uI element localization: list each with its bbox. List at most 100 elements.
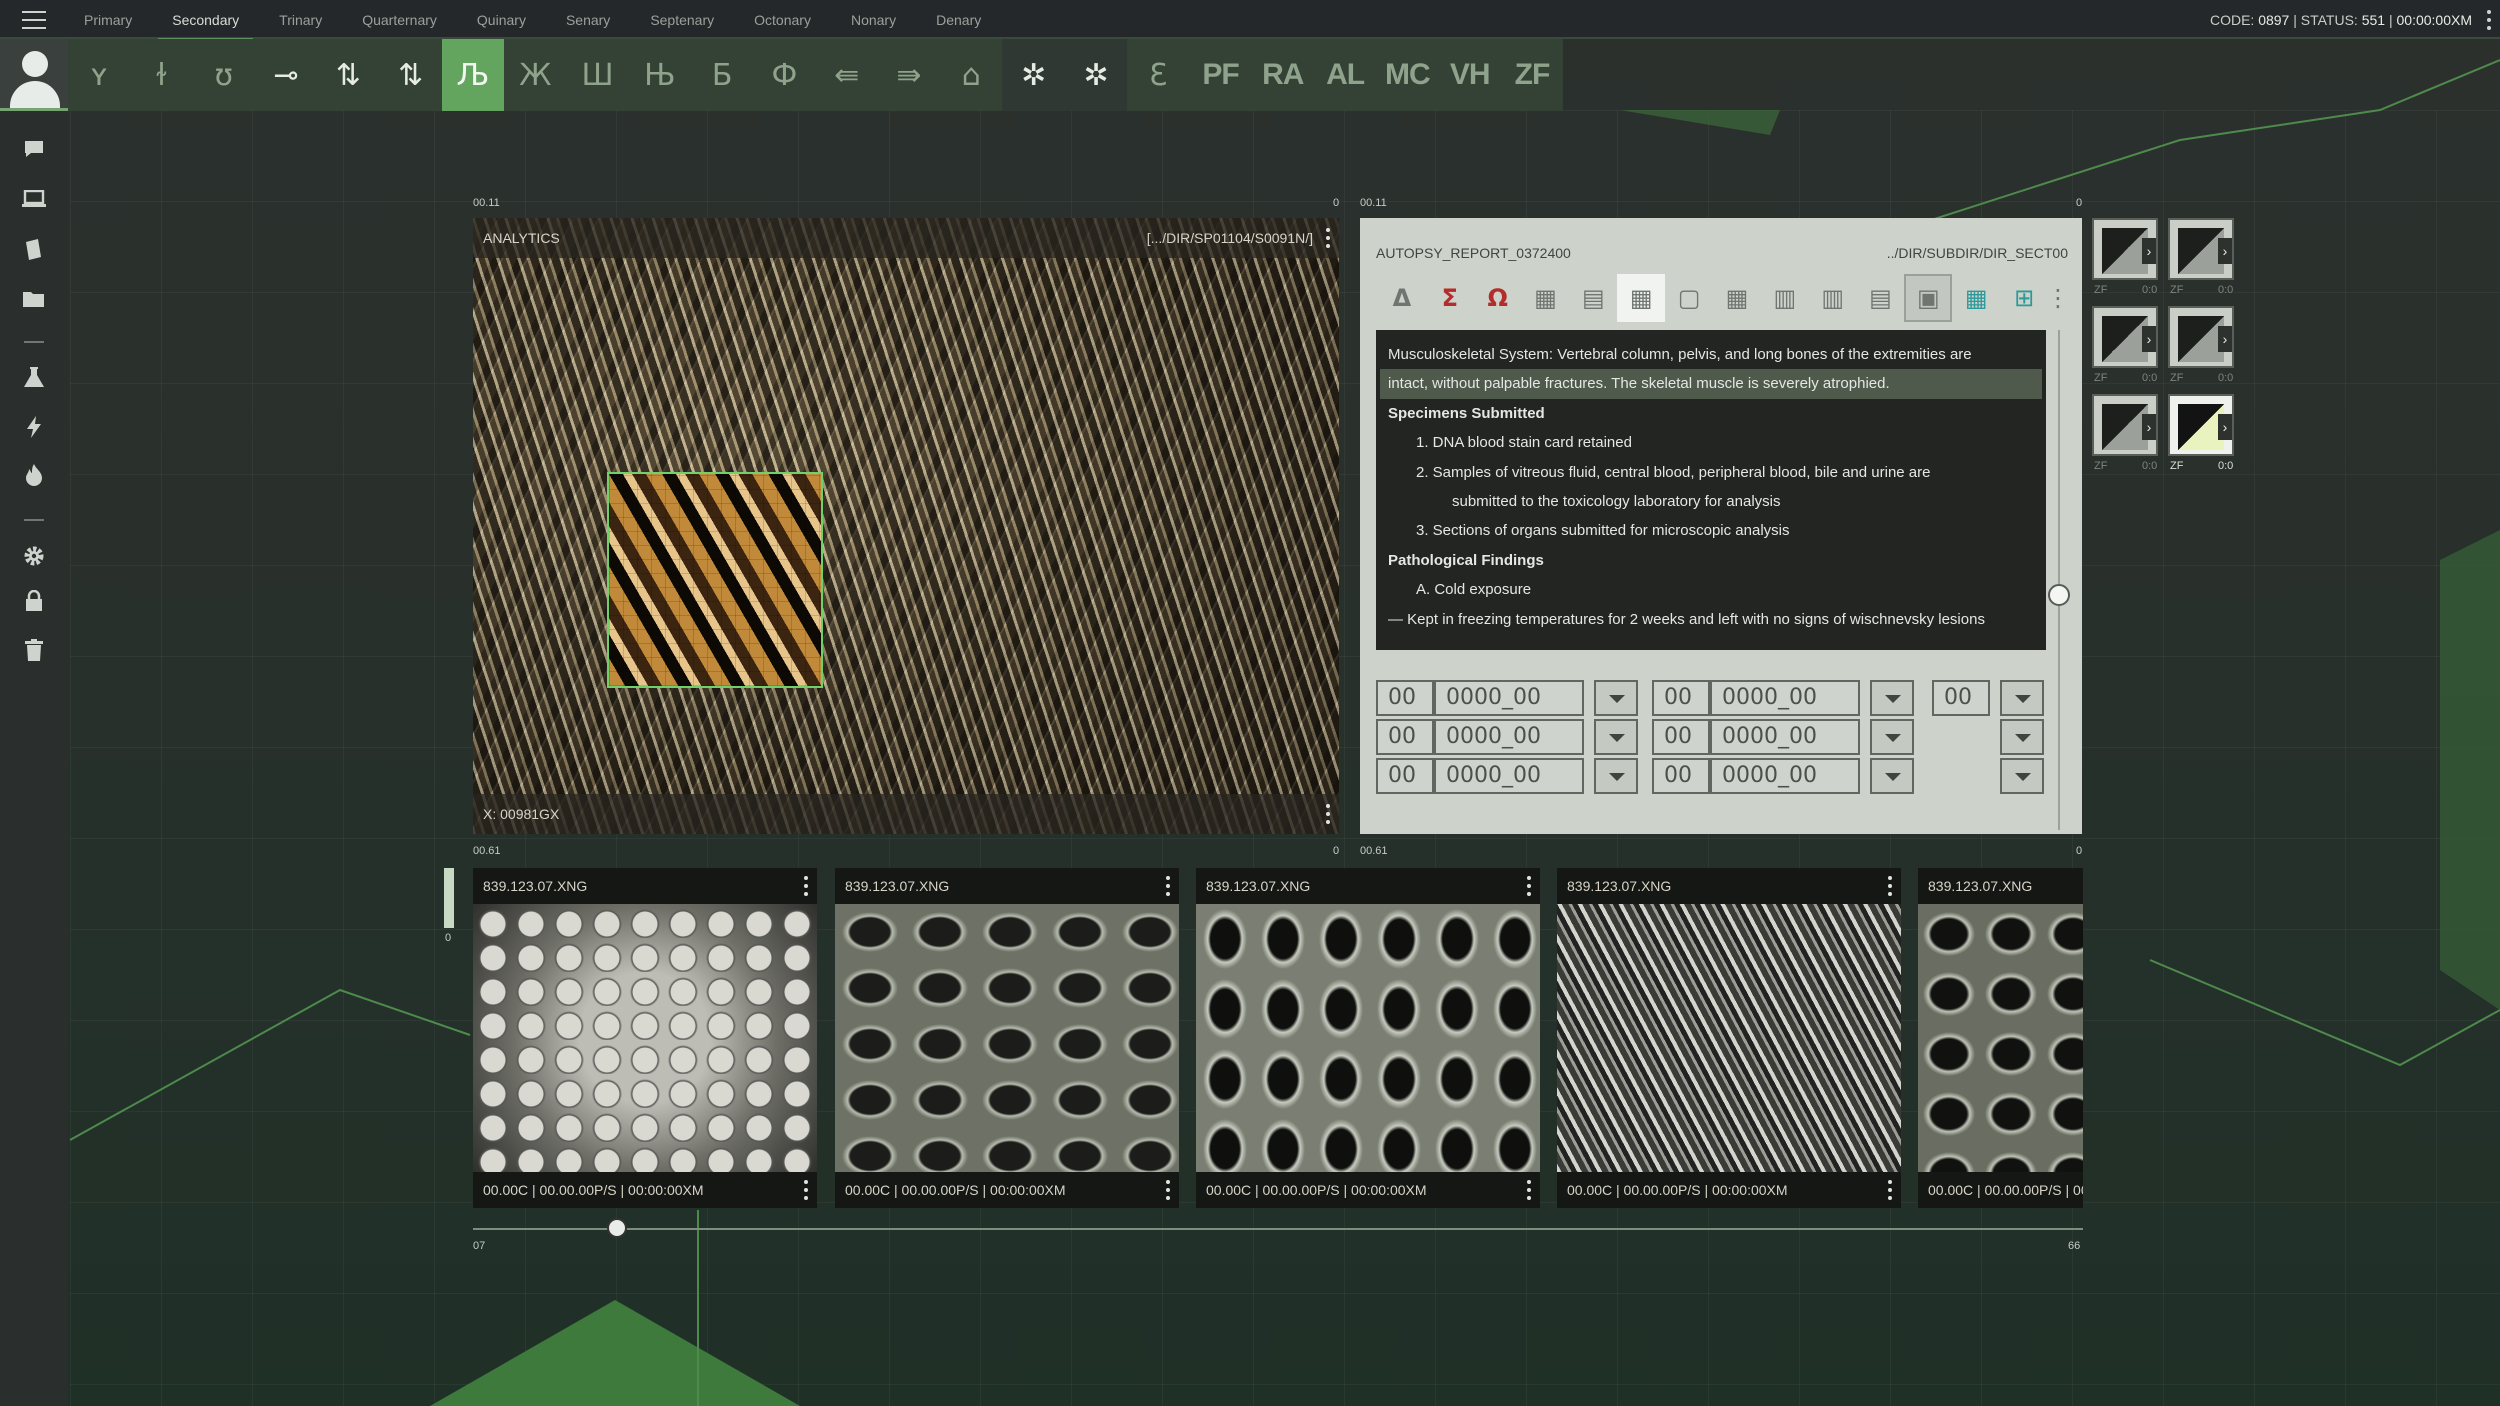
filmstrip-item[interactable]: 839.123.07.XNG 00.00C | 00.00.00P/S | 00 xyxy=(1918,868,2083,1208)
omega-tool[interactable]: Ω xyxy=(1474,274,1522,322)
dropdown-chevron-down-icon[interactable] xyxy=(1870,758,1914,794)
menu-septenary[interactable]: Septenary xyxy=(630,0,734,39)
item-menu-icon[interactable] xyxy=(803,876,809,896)
thumbnail[interactable]: › xyxy=(2168,218,2234,280)
tool-nje[interactable]: Њ xyxy=(629,39,691,111)
num-field[interactable]: 00 xyxy=(1652,680,1710,716)
more-menu-icon[interactable] xyxy=(2486,10,2492,30)
zoom-inset[interactable] xyxy=(607,472,823,688)
tool-al[interactable]: AL xyxy=(1314,39,1376,111)
menu-primary[interactable]: Primary xyxy=(64,0,152,39)
filmstrip-item[interactable]: 839.123.07.XNG 00.00C | 00.00.00P/S | 00… xyxy=(1557,868,1901,1208)
report-more-icon[interactable]: ⋮ xyxy=(2046,274,2070,322)
flask-icon[interactable] xyxy=(20,363,48,391)
tool-pull[interactable]: ⇅ xyxy=(317,39,379,111)
filmstrip-item[interactable]: 839.123.07.XNG 00.00C | 00.00.00P/S | 00… xyxy=(1196,868,1540,1208)
code-field[interactable]: 0000_00 xyxy=(1710,719,1860,755)
grid-tool-7[interactable]: ▤ xyxy=(1857,274,1905,322)
menu-secondary[interactable]: Secondary xyxy=(152,0,259,41)
tool-star-1[interactable]: ✲ xyxy=(1002,39,1065,111)
item-footer-menu-icon[interactable] xyxy=(803,1180,809,1200)
flame-icon[interactable] xyxy=(20,461,48,489)
grid-tool-6[interactable]: ▥ xyxy=(1809,274,1857,322)
dropdown-chevron-down-icon[interactable] xyxy=(2000,680,2044,716)
frame-tool[interactable]: ▢ xyxy=(1665,274,1713,322)
code-field[interactable]: 0000_00 xyxy=(1434,680,1584,716)
tool-compare[interactable]: ⇅ xyxy=(379,39,441,111)
grid-tool-4[interactable]: ▦ xyxy=(1713,274,1761,322)
report-scroll-knob[interactable] xyxy=(2048,584,2070,606)
thumbnail-selected[interactable]: › xyxy=(2168,394,2234,456)
menu-trinary[interactable]: Trinary xyxy=(259,0,342,39)
dropdown-chevron-down-icon[interactable] xyxy=(1870,719,1914,755)
thumbnail[interactable]: › xyxy=(2092,394,2158,456)
tool-zhe[interactable]: Ж xyxy=(504,39,566,111)
item-menu-icon[interactable] xyxy=(1887,876,1893,896)
menu-senary[interactable]: Senary xyxy=(546,0,630,39)
grid-tool-2[interactable]: ▤ xyxy=(1569,274,1617,322)
strip-collapse-handle[interactable] xyxy=(444,868,454,928)
avatar[interactable] xyxy=(0,39,68,111)
tool-branch-3[interactable]: ʊ xyxy=(193,39,255,111)
report-text-area[interactable]: Musculoskeletal System: Vertebral column… xyxy=(1376,330,2046,650)
tool-home[interactable]: ⌂ xyxy=(940,39,1002,111)
dropdown-chevron-down-icon[interactable] xyxy=(1594,719,1638,755)
thumbnail[interactable]: › xyxy=(2092,218,2158,280)
menu-denary[interactable]: Denary xyxy=(916,0,1001,39)
report-scroll-track[interactable] xyxy=(2058,330,2060,830)
gear-icon[interactable] xyxy=(20,542,48,570)
dropdown-chevron-down-icon[interactable] xyxy=(1870,680,1914,716)
grid-tool-1[interactable]: ▦ xyxy=(1522,274,1570,322)
menu-octonary[interactable]: Octonary xyxy=(734,0,831,39)
analytics-menu-icon[interactable] xyxy=(1325,228,1331,248)
chat-icon[interactable] xyxy=(20,135,48,163)
tool-star-2[interactable]: ✲ xyxy=(1064,39,1128,111)
filmstrip-slider-knob[interactable] xyxy=(607,1218,627,1238)
code-field[interactable]: 0000_00 xyxy=(1434,719,1584,755)
grid-tool-3[interactable]: ▦ xyxy=(1617,274,1666,322)
grid-tool-10[interactable]: ⊞ xyxy=(2000,274,2048,322)
tool-sha[interactable]: Ш xyxy=(566,39,628,111)
tool-lje[interactable]: Љ xyxy=(441,39,505,111)
tool-branch-1[interactable]: ʏ xyxy=(68,39,130,111)
num-field[interactable]: 00 xyxy=(1932,680,1990,716)
filmstrip-item[interactable]: 839.123.07.XNG 00.00C | 00.00.00P/S | 00… xyxy=(473,868,817,1208)
analytics-footer-menu-icon[interactable] xyxy=(1325,804,1331,824)
grid-tool-9[interactable]: ▦ xyxy=(1952,274,2000,322)
num-field[interactable]: 00 xyxy=(1652,758,1710,794)
menu-nonary[interactable]: Nonary xyxy=(831,0,916,39)
dropdown-chevron-down-icon[interactable] xyxy=(2000,758,2044,794)
thumbnail[interactable]: › xyxy=(2092,306,2158,368)
dropdown-chevron-down-icon[interactable] xyxy=(1594,758,1638,794)
grid-tool-8[interactable]: ▣ xyxy=(1904,274,1953,322)
trash-icon[interactable] xyxy=(20,636,48,664)
num-field[interactable]: 00 xyxy=(1652,719,1710,755)
tool-export[interactable]: ⇛ xyxy=(878,39,940,111)
bolt-icon[interactable] xyxy=(20,413,48,441)
tool-vh[interactable]: VH xyxy=(1439,39,1501,111)
item-footer-menu-icon[interactable] xyxy=(1526,1180,1532,1200)
tool-pf[interactable]: PF xyxy=(1189,39,1251,111)
tool-mc[interactable]: MC xyxy=(1376,39,1438,111)
item-menu-icon[interactable] xyxy=(1165,876,1171,896)
item-footer-menu-icon[interactable] xyxy=(1165,1180,1171,1200)
sigma-tool[interactable]: Σ xyxy=(1426,274,1474,322)
filmstrip-item[interactable]: 839.123.07.XNG 00.00C | 00.00.00P/S | 00… xyxy=(835,868,1179,1208)
code-field[interactable]: 0000_00 xyxy=(1710,758,1860,794)
item-footer-menu-icon[interactable] xyxy=(1887,1180,1893,1200)
tool-be[interactable]: Б xyxy=(691,39,753,111)
lock-icon[interactable] xyxy=(20,587,48,615)
hamburger-icon[interactable] xyxy=(14,9,54,31)
grid-tool-5[interactable]: ▥ xyxy=(1761,274,1809,322)
code-field[interactable]: 0000_00 xyxy=(1434,758,1584,794)
tool-epsilon[interactable]: Ɛ xyxy=(1127,39,1189,111)
delta-tool[interactable]: Δ xyxy=(1378,274,1426,322)
item-menu-icon[interactable] xyxy=(1526,876,1532,896)
dropdown-chevron-down-icon[interactable] xyxy=(2000,719,2044,755)
num-field[interactable]: 00 xyxy=(1376,719,1434,755)
menu-quinary[interactable]: Quinary xyxy=(457,0,546,39)
menu-quarternary[interactable]: Quarternary xyxy=(342,0,457,39)
code-field[interactable]: 0000_00 xyxy=(1710,680,1860,716)
tool-import[interactable]: ⇚ xyxy=(816,39,878,111)
num-field[interactable]: 00 xyxy=(1376,680,1434,716)
